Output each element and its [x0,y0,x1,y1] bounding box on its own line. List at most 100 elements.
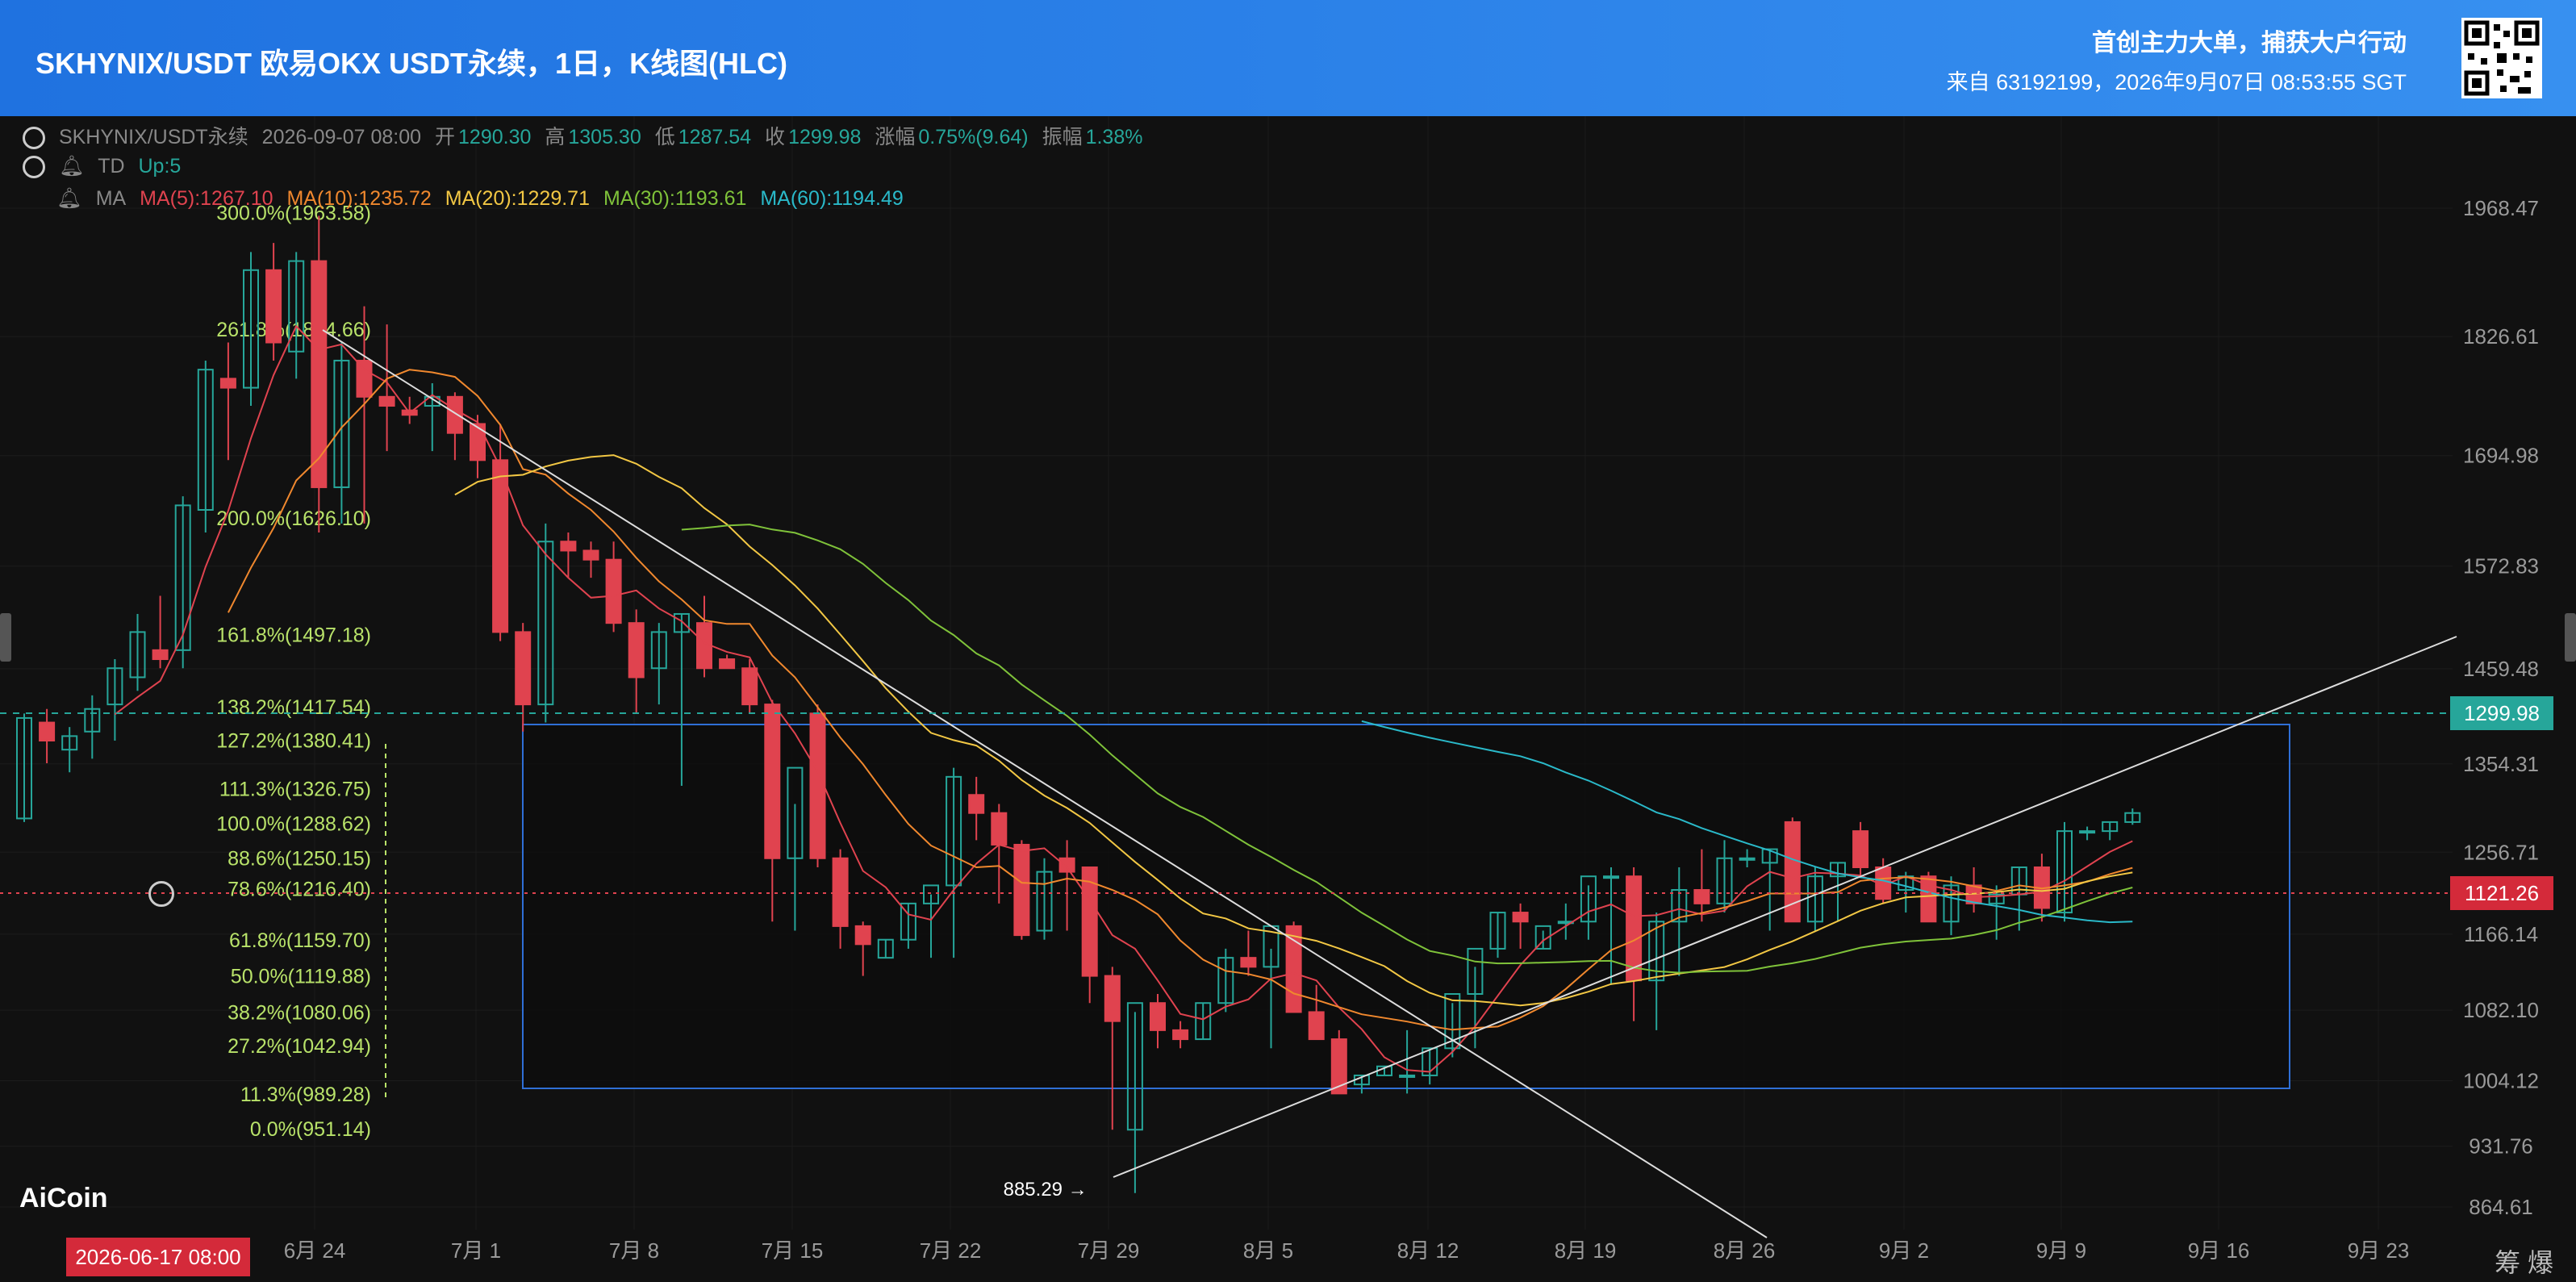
ma-label: MA [95,187,127,210]
bell-icon[interactable]: 🔔︎ [59,155,85,177]
candle-body [1150,1002,1166,1031]
fib-level-label: 200.0%(1626.10) [216,507,371,530]
fib-level-label: 100.0%(1288.62) [216,812,371,835]
cursor-date-badge: 2026-06-17 08:00 [66,1238,250,1276]
fib-level-label: 161.8%(1497.18) [216,624,371,647]
x-tick-label: 8月 19 [1555,1238,1617,1263]
change-value: 0.75%(9.64) [918,126,1029,148]
fibonacci-levels: 300.0%(1963.58)261.8%(1834.66)200.0%(162… [216,202,371,1140]
candle-body [809,712,826,859]
candle-body [1104,975,1121,1022]
high-value: 1305.30 [568,126,641,148]
y-tick-label: 1004.12 [2463,1069,2539,1093]
ma-indicator-row[interactable]: 🔔︎ MA MA(5):1267.10 MA(10):1235.72 MA(20… [56,187,912,211]
candle-body [1399,1074,1416,1078]
candle-body [854,925,871,946]
candle-body [560,541,577,552]
x-tick-label: 8月 12 [1397,1238,1459,1263]
fib-level-label: 11.3%(989.28) [240,1084,371,1106]
chevron-toggle-icon[interactable] [23,156,45,179]
ma5-value: MA(5):1267.10 [140,187,273,210]
qr-code-icon [2461,18,2542,98]
candle-body [1013,843,1030,937]
low-price-marker: 885.29 → [1004,1179,1088,1201]
low-value: 1287.54 [678,126,752,148]
left-panel-tab[interactable] [0,613,11,662]
y-tick-label: 1256.71 [2463,840,2539,864]
candle-body [1330,1038,1347,1095]
chart-title: SKHYNIX/USDT 欧易OKX USDT永续，1日，K线图(HLC) [35,47,788,80]
x-tick-label: 7月 8 [609,1238,659,1263]
td-label: TD [98,155,125,177]
ma20-value: MA(20):1229.71 [445,187,590,210]
candle-body [1693,889,1710,904]
fib-level-label: 88.6%(1250.15) [228,848,371,871]
candle-body [719,658,736,670]
fib-level-label: 138.2%(1417.54) [216,696,371,719]
logo-text: AiCoin [19,1183,108,1213]
y-tick-label: 931.76 [2469,1134,2533,1159]
y-tick-label: 1694.98 [2463,444,2539,468]
x-tick-label: 9月 16 [2188,1238,2250,1263]
header-bar: SKHYNIX/USDT 欧易OKX USDT永续，1日，K线图(HLC) 首创… [0,0,2576,116]
y-tick-label: 1082.10 [2463,998,2539,1022]
high-label: 高 [545,126,566,148]
y-tick-label: 1968.47 [2463,196,2539,220]
y-tick-label: 1826.61 [2463,324,2539,349]
candle-body [1512,912,1529,923]
close-label: 收 [765,126,786,148]
x-axis: 6月 24 7月 1 7月 8 7月 15 7月 22 7月 29 8月 5 8月 12 8月 … [284,1238,2410,1263]
candlestick-chart[interactable]: 300.0%(1963.58)261.8%(1834.66)200.0%(162… [0,116,2576,1282]
candle-body [628,622,645,679]
x-tick-label: 9月 2 [1879,1238,1929,1263]
chou-bao-label[interactable]: 筹 爆 [2495,1242,2553,1280]
y-tick-label: 1166.14 [2464,922,2538,946]
amp-label: 振幅 [1042,126,1083,148]
candle-body [515,631,532,706]
candle-body [582,549,599,561]
fib-level-label: 78.6%(1216.40) [228,878,371,900]
candle-body [1172,1029,1189,1041]
fib-level-label: 61.8%(1159.70) [229,929,371,952]
low-label: 低 [654,126,675,148]
candle-body [1058,857,1075,873]
candle-body [356,359,373,398]
x-tick-label: 7月 22 [920,1238,982,1263]
fib-level-label: 50.0%(1119.88) [231,966,371,988]
candle-body [2079,830,2096,834]
right-panel-tab[interactable] [2565,613,2576,662]
current-price-badge: 1299.98 [2450,696,2553,730]
drag-handle-icon[interactable] [148,881,174,907]
candle-body [1240,957,1257,968]
candle-body [492,459,509,633]
candle-body [311,260,328,488]
ma30-value: MA(30):1193.61 [603,187,747,210]
fib-level-label: 111.3%(1326.75) [219,779,371,801]
info-datetime: 2026-09-07 08:00 [261,126,422,148]
y-tick-label: 1354.31 [2463,752,2539,776]
td-indicator-row[interactable]: 🔔︎ TD Up:5 [23,155,189,179]
fib-level-label: 38.2%(1080.06) [228,1001,371,1024]
y-tick-label: 1459.48 [2463,657,2539,681]
candle-body [968,794,985,814]
candle-body [446,395,463,434]
candle-body [605,558,622,624]
x-tick-label: 9月 23 [2348,1238,2410,1263]
candle-body [152,649,169,661]
fib-level-label: 27.2%(1042.94) [228,1035,371,1058]
ma60-value: MA(60):1194.49 [760,187,904,210]
fib-level-label: 0.0%(951.14) [250,1118,371,1141]
x-tick-label: 7月 1 [451,1238,501,1263]
open-value: 1290.30 [458,126,532,148]
fib-level-label: 127.2%(1380.41) [216,730,371,753]
promo-slogan[interactable]: 首创主力大单，捕获大户行动 [2092,23,2407,58]
candle-body [1285,925,1302,1013]
x-tick-label: 8月 5 [1243,1238,1293,1263]
candle-body [764,704,781,859]
y-tick-label: 864.61 [2469,1195,2533,1219]
candle-body [470,423,486,461]
eye-toggle-icon[interactable] [23,127,45,150]
x-tick-label: 8月 26 [1714,1238,1776,1263]
bell-icon[interactable]: 🔔︎ [56,187,82,210]
y-tick-label: 1572.83 [2463,554,2539,578]
